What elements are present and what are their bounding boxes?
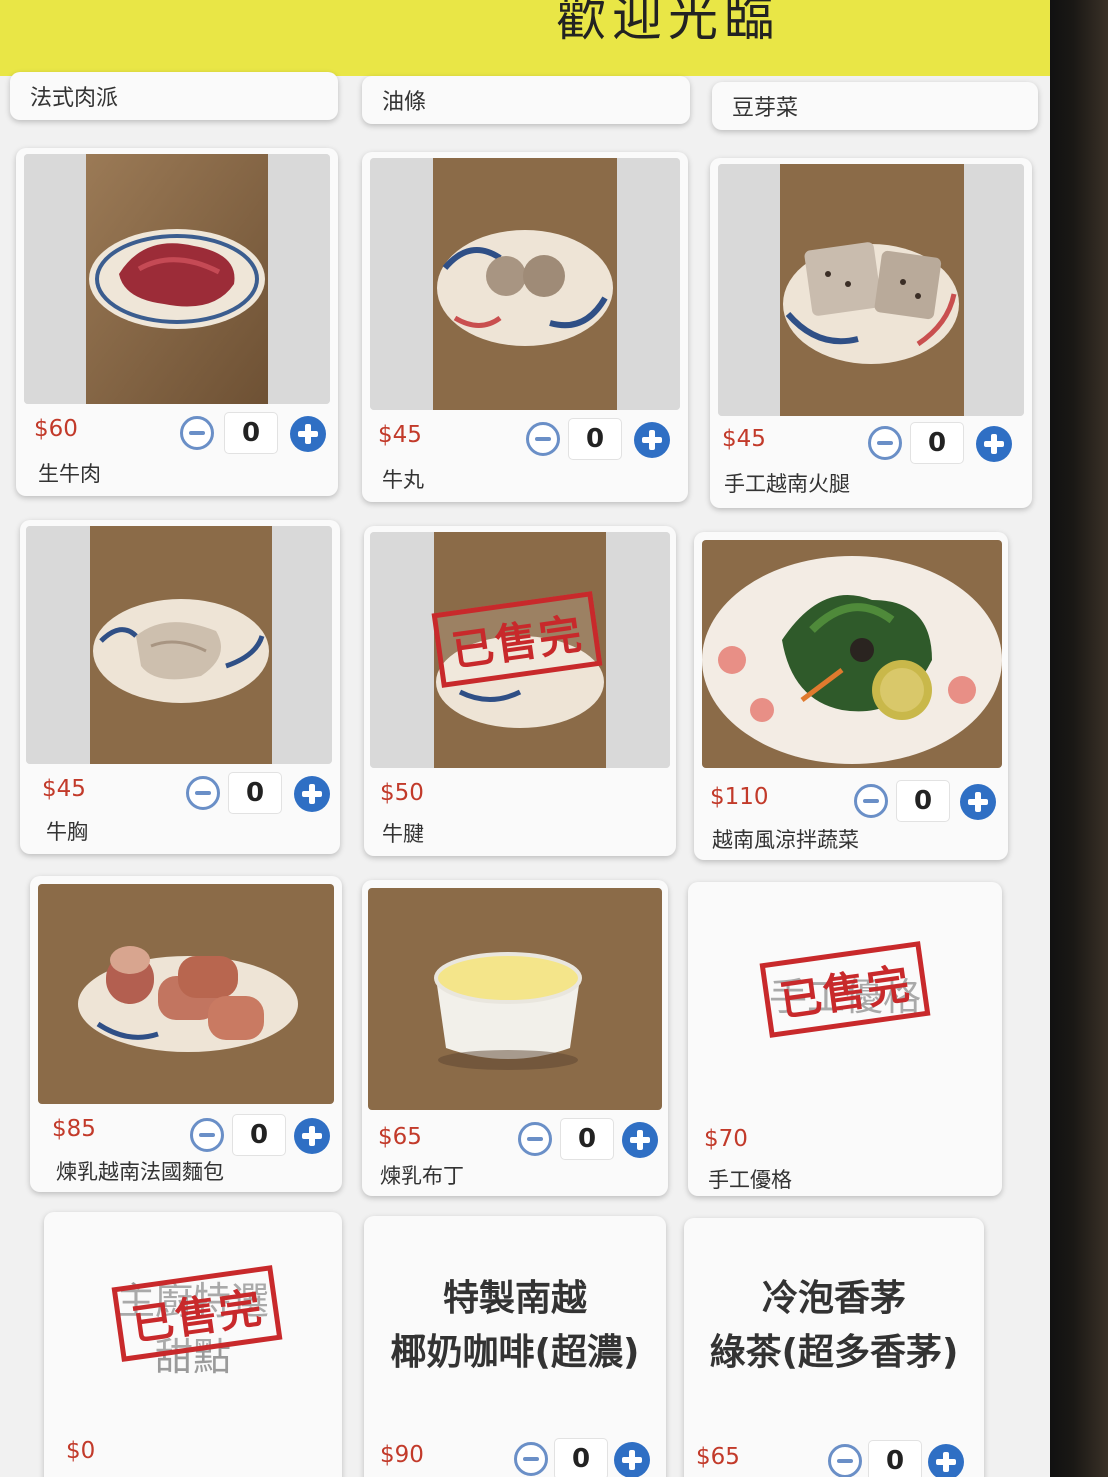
quantity-field[interactable]: 0 (910, 422, 964, 464)
menu-item-beef-brisket[interactable]: $45 0 牛胸 (20, 520, 340, 854)
item-price: $90 (380, 1442, 424, 1468)
menu-item-beef-balls[interactable]: $45 0 牛丸 (362, 152, 688, 502)
item-price: $0 (66, 1438, 96, 1464)
increase-quantity-button[interactable] (614, 1442, 650, 1477)
item-price: $50 (380, 780, 424, 806)
quantity-field[interactable]: 0 (224, 412, 278, 454)
quantity-field[interactable]: 0 (228, 772, 282, 814)
header-title: 歡迎光臨 (556, 0, 780, 47)
menu-item-vietnamese-salad[interactable]: $110 0 越南風涼拌蔬菜 (694, 532, 1008, 860)
item-price: $45 (42, 776, 86, 802)
item-title-line1: 冷泡香茅 (761, 1278, 906, 1319)
menu-item-lemongrass-green-tea[interactable]: 冷泡香茅 綠茶(超多香茅) $65 0 (684, 1218, 984, 1477)
sold-out-stamp: 已售完 (759, 941, 931, 1038)
item-price: $65 (696, 1444, 740, 1470)
menu-item-homemade-yogurt: 手工優格 已售完 $70 手工優格 (688, 882, 1002, 1196)
item-title-line2: 綠茶(超多香茅) (709, 1332, 959, 1373)
item-title-line1: 特製南越 (442, 1278, 587, 1319)
item-price: $45 (378, 422, 422, 448)
category-label: 豆芽菜 (732, 96, 799, 121)
item-name: 越南風涼拌蔬菜 (712, 828, 859, 852)
increase-quantity-button[interactable] (928, 1444, 964, 1477)
decrease-quantity-button[interactable] (186, 776, 220, 810)
item-name: 牛胸 (46, 820, 88, 844)
category-label: 油條 (382, 90, 427, 115)
quantity-field[interactable]: 0 (554, 1438, 608, 1477)
item-name: 牛腱 (382, 822, 424, 846)
vietnamese-salad-plate-image (702, 540, 1002, 768)
monitor-bezel (1050, 0, 1108, 1477)
menu-item-raw-beef[interactable]: $60 0 生牛肉 (16, 148, 338, 496)
increase-quantity-button[interactable] (294, 1118, 330, 1154)
decrease-quantity-button[interactable] (518, 1122, 552, 1156)
item-price: $110 (710, 784, 769, 810)
quantity-field[interactable]: 0 (232, 1114, 286, 1156)
item-price: $70 (704, 1126, 748, 1152)
increase-quantity-button[interactable] (622, 1122, 658, 1158)
kiosk-screen: 歡迎光臨 法式肉派 油條 豆芽菜 $60 0 生牛肉 $45 0 牛丸 $45 … (0, 0, 1050, 1477)
condensed-milk-baguette-image (38, 884, 334, 1104)
item-name: 手工優格 (708, 1168, 792, 1192)
beef-brisket-plate-image (26, 526, 332, 764)
menu-item-coconut-coffee[interactable]: 特製南越 椰奶咖啡(超濃) $90 0 (364, 1216, 666, 1477)
item-name: 牛丸 (382, 468, 424, 492)
increase-quantity-button[interactable] (960, 784, 996, 820)
quantity-field[interactable]: 0 (896, 780, 950, 822)
vietnamese-ham-plate-image (718, 164, 1024, 416)
decrease-quantity-button[interactable] (828, 1444, 862, 1477)
raw-beef-plate-image (24, 154, 330, 404)
item-price: $85 (52, 1116, 96, 1142)
item-name: 煉乳越南法國麵包 (56, 1160, 224, 1184)
item-price: $45 (722, 426, 766, 452)
quantity-field[interactable]: 0 (868, 1440, 922, 1477)
menu-item-beef-shank: 已售完 $50 牛腱 (364, 526, 676, 856)
decrease-quantity-button[interactable] (868, 426, 902, 460)
quantity-field[interactable]: 0 (560, 1118, 614, 1160)
decrease-quantity-button[interactable] (190, 1118, 224, 1152)
category-tab-pate[interactable]: 法式肉派 (10, 72, 338, 120)
menu-item-chef-dessert: 主廚特選 甜點 已售完 $0 (44, 1212, 342, 1477)
item-name: 煉乳布丁 (380, 1164, 464, 1188)
menu-item-condensed-milk-baguette[interactable]: $85 0 煉乳越南法國麵包 (30, 876, 342, 1192)
increase-quantity-button[interactable] (290, 416, 326, 452)
increase-quantity-button[interactable] (294, 776, 330, 812)
decrease-quantity-button[interactable] (514, 1442, 548, 1476)
quantity-field[interactable]: 0 (568, 418, 622, 460)
menu-item-condensed-milk-pudding[interactable]: $65 0 煉乳布丁 (362, 880, 668, 1196)
welcome-header: 歡迎光臨 (0, 0, 1050, 76)
decrease-quantity-button[interactable] (526, 422, 560, 456)
item-name: 手工越南火腿 (724, 472, 850, 496)
decrease-quantity-button[interactable] (854, 784, 888, 818)
menu-item-vietnamese-ham[interactable]: $45 0 手工越南火腿 (710, 158, 1032, 508)
category-tab-bean-sprouts[interactable]: 豆芽菜 (712, 82, 1038, 130)
decrease-quantity-button[interactable] (180, 416, 214, 450)
category-tab-youtiao[interactable]: 油條 (362, 76, 690, 124)
increase-quantity-button[interactable] (634, 422, 670, 458)
increase-quantity-button[interactable] (976, 426, 1012, 462)
condensed-milk-pudding-image (368, 888, 662, 1110)
beef-balls-plate-image (370, 158, 680, 410)
item-name: 生牛肉 (38, 462, 101, 486)
item-price: $65 (378, 1124, 422, 1150)
item-price: $60 (34, 416, 78, 442)
category-label: 法式肉派 (30, 86, 119, 111)
item-title-line2: 椰奶咖啡(超濃) (390, 1332, 640, 1373)
